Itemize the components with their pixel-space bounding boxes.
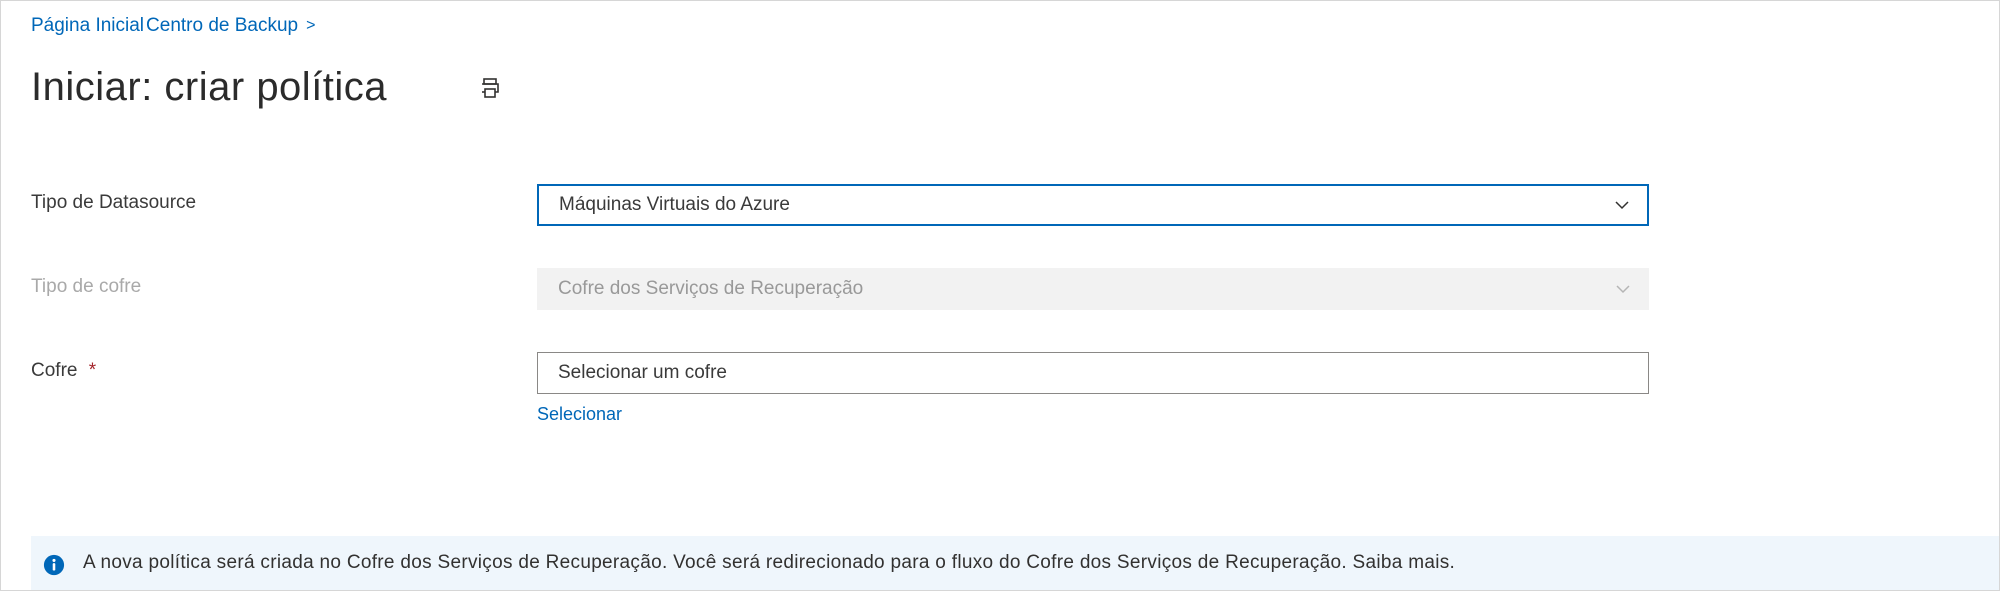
datasource-type-value: Máquinas Virtuais do Azure <box>559 194 790 216</box>
form-row-datasource-type: Tipo de Datasource Máquinas Virtuais do … <box>31 184 1999 228</box>
vault-input[interactable] <box>537 352 1649 394</box>
datasource-type-control: Máquinas Virtuais do Azure <box>537 184 1649 226</box>
vault-type-value: Cofre dos Serviços de Recuperação <box>558 278 863 300</box>
datasource-type-label: Tipo de Datasource <box>31 184 537 214</box>
form: Tipo de Datasource Máquinas Virtuais do … <box>1 110 1999 425</box>
vault-label: Cofre * <box>31 352 537 382</box>
vault-label-text: Cofre <box>31 360 77 381</box>
info-icon <box>43 554 65 576</box>
breadcrumb-backup-center-link[interactable]: Centro de Backup <box>146 15 298 37</box>
info-banner: A nova política será criada no Cofre dos… <box>31 536 1999 590</box>
page-container: Página Inicial Centro de Backup > Inicia… <box>0 0 2000 591</box>
vault-control: Selecionar <box>537 352 1649 425</box>
vault-type-control: Cofre dos Serviços de Recuperação <box>537 268 1649 310</box>
chevron-down-icon <box>1614 280 1632 298</box>
form-row-vault: Cofre * Selecionar <box>31 352 1999 425</box>
chevron-down-icon <box>1613 196 1631 214</box>
print-icon[interactable] <box>477 75 503 101</box>
title-row: Iniciar: criar política <box>1 37 1999 110</box>
vault-select-link[interactable]: Selecionar <box>537 404 622 425</box>
vault-type-label: Tipo de cofre <box>31 268 537 298</box>
datasource-type-select[interactable]: Máquinas Virtuais do Azure <box>537 184 1649 226</box>
page-title: Iniciar: criar política <box>31 65 387 110</box>
breadcrumb: Página Inicial Centro de Backup > <box>1 1 1999 37</box>
required-asterisk: * <box>89 360 96 381</box>
breadcrumb-home-link[interactable]: Página Inicial <box>31 15 144 37</box>
form-row-vault-type: Tipo de cofre Cofre dos Serviços de Recu… <box>31 268 1999 312</box>
chevron-right-icon: > <box>306 17 315 35</box>
vault-type-select: Cofre dos Serviços de Recuperação <box>537 268 1649 310</box>
info-banner-text: A nova política será criada no Cofre dos… <box>83 552 1455 574</box>
